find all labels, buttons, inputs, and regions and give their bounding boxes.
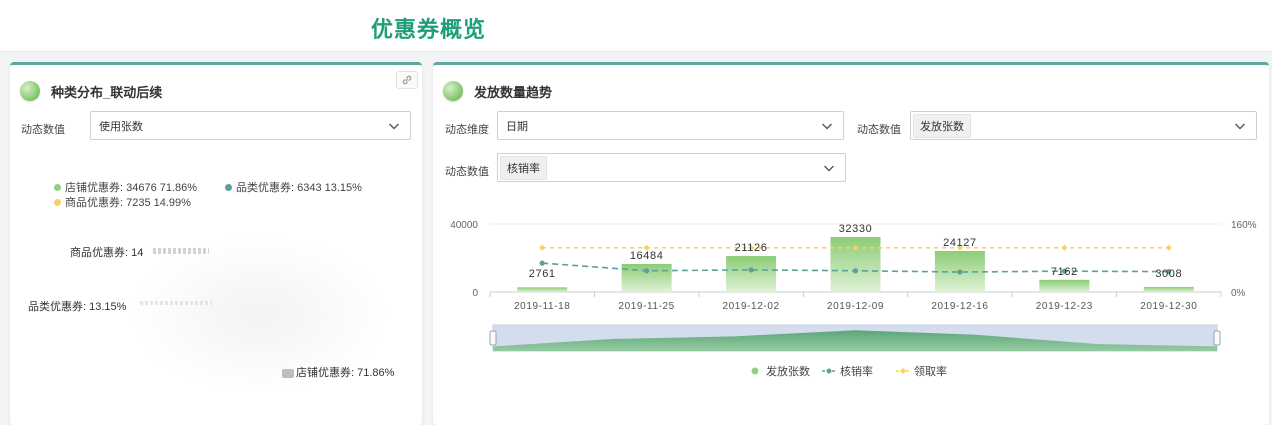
legend-dot — [54, 183, 61, 191]
select-tag: 发放张数 — [913, 113, 971, 138]
legend-dot — [54, 198, 61, 206]
label-leader-line — [140, 301, 212, 305]
legend-text: 店铺优惠券: 34676 71.86% — [65, 182, 198, 194]
dynamic-value-label: 动态数值 — [857, 124, 901, 136]
series-point — [644, 268, 650, 274]
pie-label-category: 品类优惠券: 13.15% — [28, 301, 127, 313]
bar — [1039, 279, 1090, 292]
link-icon — [402, 75, 412, 85]
bar-data-label: 2761 — [529, 268, 556, 280]
x-tick-label: 2019-12-23 — [1036, 301, 1093, 312]
issue-trend-panel: 发放数量趋势 动态维度 日期 动态数值 发放张数 动态数值 核销率 40000 0… — [433, 62, 1269, 425]
label-leader-line — [153, 248, 209, 254]
legend-item-category[interactable]: 品类优惠券: 6343 13.15% — [225, 179, 362, 195]
panel-dot-icon — [20, 81, 40, 101]
dynamic-value-label: 动态数值 — [21, 124, 65, 136]
bar-data-label: 3008 — [1155, 268, 1182, 280]
select-tag: 核销率 — [500, 155, 547, 180]
x-tick-label: 2019-12-30 — [1140, 301, 1197, 312]
legend-item-product[interactable]: 商品优惠券: 7235 14.99% — [54, 194, 191, 210]
bar — [726, 256, 777, 292]
legend-label: 领取率 — [914, 364, 947, 378]
legend-label: 核销率 — [840, 364, 873, 378]
chevron-down-icon — [389, 123, 399, 130]
legend-item-store[interactable]: 店铺优惠券: 34676 71.86% — [54, 179, 197, 195]
panel-header: 种类分布_联动后续 — [20, 79, 162, 103]
data-zoom-slider[interactable] — [489, 324, 1221, 352]
panel-title: 种类分布_联动后续 — [51, 84, 163, 100]
x-tick-label: 2019-12-02 — [722, 301, 779, 312]
panel-title: 发放数量趋势 — [474, 84, 553, 100]
x-tick-label: 2019-11-18 — [514, 301, 570, 312]
chart-legend: 发放张数 核销率 领取率 — [751, 364, 947, 378]
dynamic-value-select[interactable]: 发放张数 — [910, 111, 1257, 140]
legend-dot — [225, 183, 232, 191]
dynamic-value2-label: 动态数值 — [445, 166, 489, 178]
pie-label-product: 商品优惠券: 14 — [70, 247, 144, 259]
x-tick-label: 2019-12-16 — [931, 301, 988, 312]
header-bar: 优惠券概览 — [0, 0, 1272, 52]
series-point — [957, 269, 963, 275]
pie-label-store-text: 店铺优惠券: 71.86% — [296, 367, 395, 379]
page-title: 优惠券概览 — [371, 18, 487, 43]
series-point — [852, 268, 859, 274]
bar-data-label: 24127 — [943, 237, 977, 249]
legend-marker — [900, 368, 906, 374]
x-tick-label: 2019-12-09 — [827, 301, 884, 312]
y-right-tick-label: 160% — [1231, 220, 1257, 231]
select-value: 使用张数 — [99, 120, 143, 133]
chevron-down-icon — [1235, 123, 1245, 130]
category-distribution-panel: 种类分布_联动后续 动态数值 使用张数 店铺优惠券: 34676 71.86% … — [10, 62, 422, 425]
dynamic-value-select[interactable]: 使用张数 — [90, 111, 411, 140]
panel-header: 发放数量趋势 — [443, 79, 552, 103]
select-value: 日期 — [506, 120, 528, 133]
legend-label: 发放张数 — [766, 364, 810, 378]
y-left-tick-label: 40000 — [450, 220, 478, 231]
legend-text: 商品优惠券: 7235 14.99% — [65, 197, 191, 209]
legend-marker — [826, 368, 832, 374]
bar-data-label: 21126 — [735, 242, 768, 254]
trend-chart: 40000 0 160% 0% 2019-11-18 2019-11-25 2019-12-… — [450, 220, 1257, 378]
series-point — [539, 260, 545, 266]
dynamic-dimension-label: 动态维度 — [445, 124, 489, 136]
pie-label-marker-icon — [282, 368, 294, 378]
series-point — [1165, 244, 1172, 251]
zoom-handle — [489, 330, 497, 346]
x-tick-label: 2019-11-25 — [618, 301, 674, 312]
bar-data-label: 16484 — [630, 250, 664, 262]
dynamic-dimension-select[interactable]: 日期 — [497, 111, 844, 140]
panel-dot-icon — [443, 81, 463, 101]
legend-text: 品类优惠券: 6343 13.15% — [236, 182, 362, 194]
series-point — [1061, 244, 1068, 251]
bar — [517, 287, 568, 292]
legend-marker — [751, 367, 759, 375]
bar — [1143, 286, 1194, 292]
series-point — [748, 267, 754, 273]
zoom-handle — [1213, 330, 1221, 346]
y-right-tick-label: 0% — [1231, 288, 1246, 299]
pie-label-store: 店铺优惠券: 71.86% — [282, 364, 394, 380]
bar-data-label: 7162 — [1051, 266, 1078, 278]
chevron-down-icon — [824, 165, 834, 172]
series-point — [539, 244, 546, 251]
y-left-tick-label: 0 — [472, 288, 478, 299]
chevron-down-icon — [822, 123, 832, 130]
link-button[interactable] — [396, 71, 418, 89]
dynamic-value2-select[interactable]: 核销率 — [497, 153, 846, 182]
bar-data-label: 32330 — [839, 223, 873, 235]
